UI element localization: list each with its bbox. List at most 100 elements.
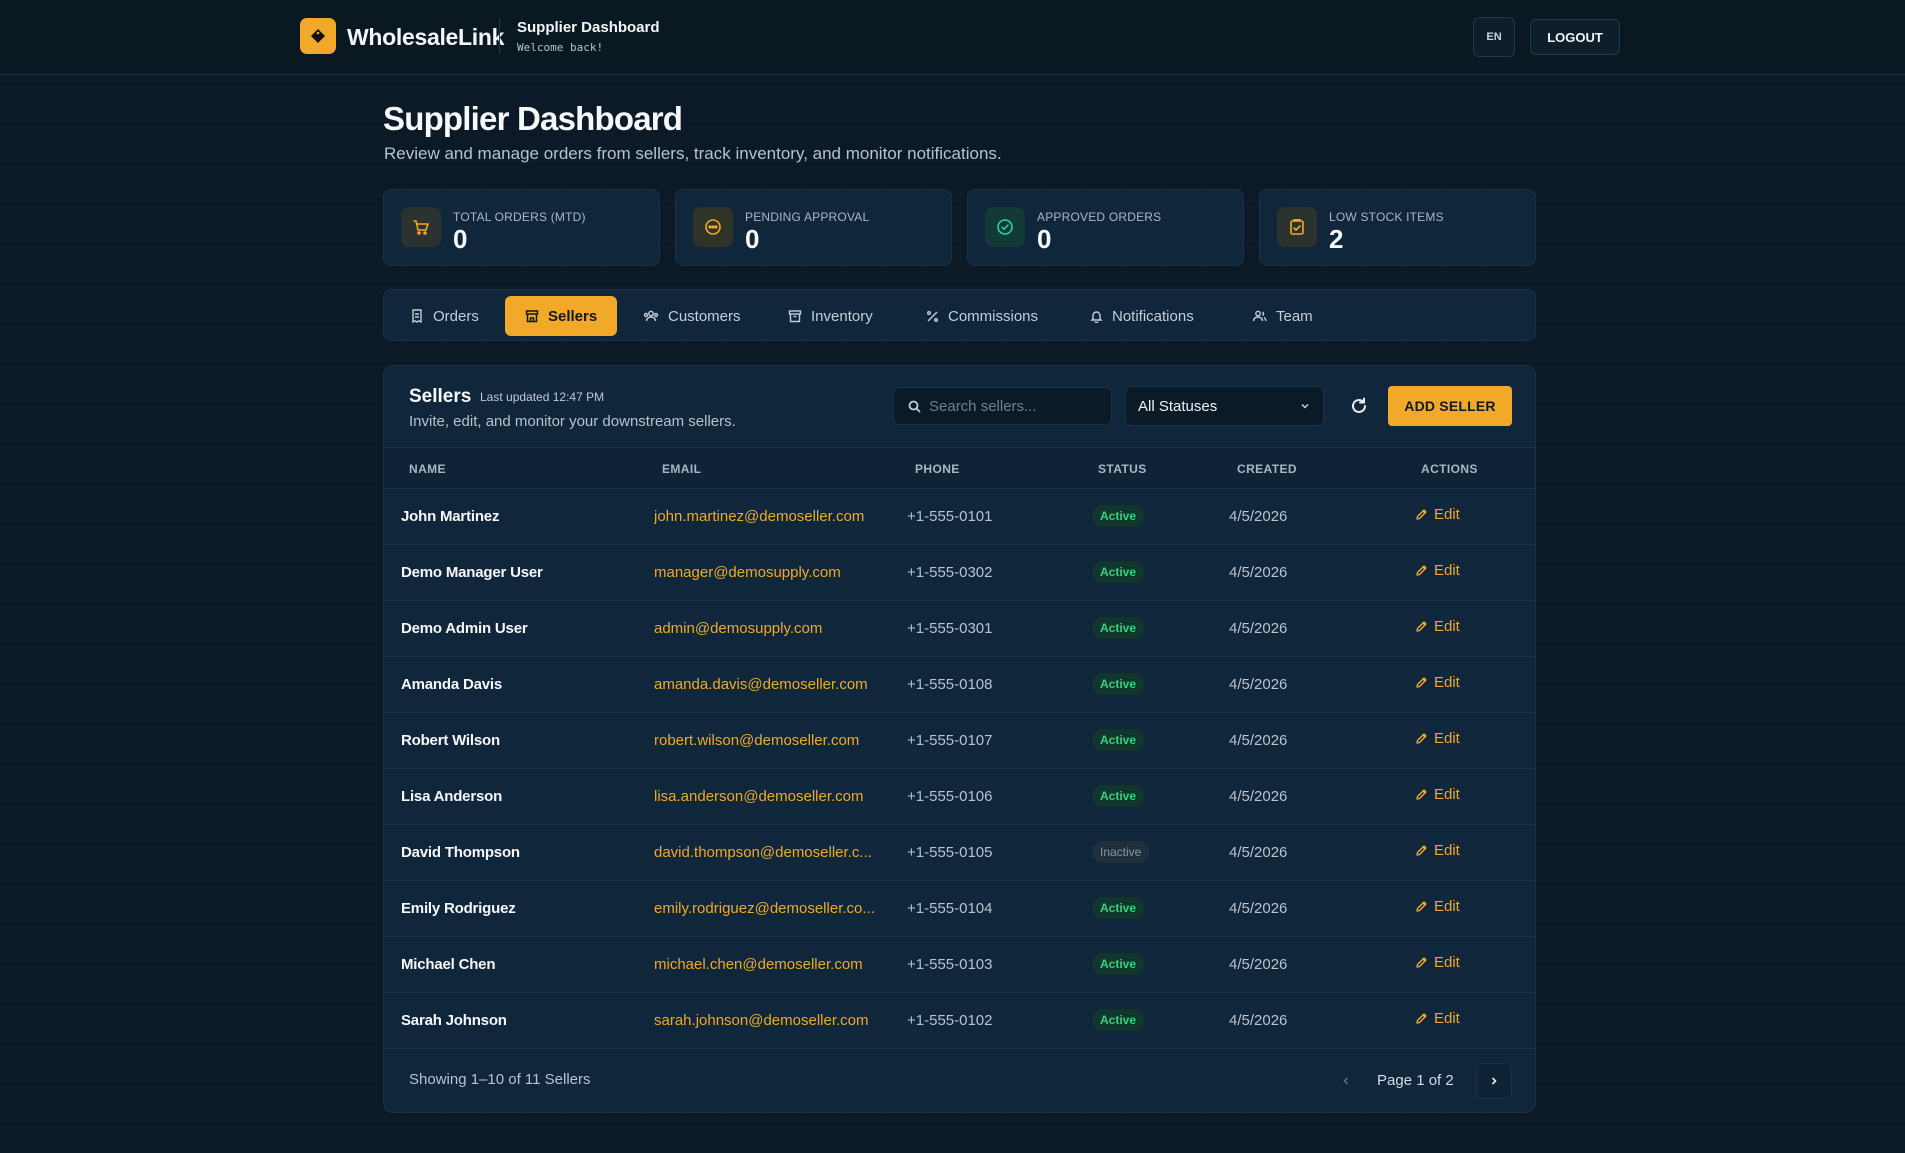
seller-name: Emily Rodriguez	[401, 900, 516, 917]
edit-button[interactable]: Edit	[1415, 1010, 1460, 1027]
table-row: David Thompson david.thompson@demoseller.…	[384, 825, 1535, 881]
language-button[interactable]: EN	[1473, 17, 1515, 57]
seller-phone: +1-555-0106	[907, 788, 993, 805]
seller-email-link[interactable]: david.thompson@demoseller.c...	[654, 844, 872, 861]
status-badge: Active	[1092, 505, 1145, 527]
stat-pending-approval: PENDING APPROVAL 0	[675, 189, 952, 266]
header-title: Supplier Dashboard	[517, 19, 660, 36]
pencil-icon	[1416, 957, 1427, 968]
stat-total-orders: TOTAL ORDERS (MTD) 0	[383, 189, 660, 266]
pagination-summary: Showing 1–10 of 11 Sellers	[409, 1071, 591, 1088]
edit-label: Edit	[1434, 954, 1460, 971]
search-box[interactable]	[893, 387, 1112, 425]
status-cell: Active	[1092, 897, 1145, 919]
edit-label: Edit	[1434, 618, 1460, 635]
status-filter-select[interactable]: All Statuses	[1125, 386, 1324, 426]
search-input[interactable]	[929, 397, 1099, 415]
previous-page-button[interactable]	[1334, 1069, 1358, 1093]
tab-label: Sellers	[548, 307, 598, 325]
column-header-name[interactable]: NAME	[409, 462, 446, 476]
pencil-icon	[1416, 677, 1427, 688]
next-page-button[interactable]	[1476, 1063, 1512, 1099]
seller-email-link[interactable]: john.martinez@demoseller.com	[654, 508, 864, 525]
clipboard-alert-icon	[1277, 207, 1317, 247]
edit-label: Edit	[1434, 786, 1460, 803]
logout-button[interactable]: LOGOUT	[1530, 19, 1620, 55]
created-date: 4/5/2026	[1229, 620, 1288, 637]
page-subtitle: Review and manage orders from sellers, t…	[384, 144, 1002, 163]
column-header-status[interactable]: STATUS	[1098, 462, 1147, 476]
edit-button[interactable]: Edit	[1415, 786, 1460, 803]
status-cell: Active	[1092, 785, 1145, 807]
edit-button[interactable]: Edit	[1415, 618, 1460, 635]
edit-button[interactable]: Edit	[1415, 562, 1460, 579]
edit-button[interactable]: Edit	[1415, 506, 1460, 523]
pencil-icon	[1416, 1013, 1427, 1024]
brand-logo[interactable]	[300, 18, 336, 54]
panel-title: Sellers	[409, 386, 472, 407]
stat-label: LOW STOCK ITEMS	[1329, 210, 1444, 224]
top-bar: WholesaleLink Supplier Dashboard Welcome…	[0, 0, 1905, 75]
panel-description: Invite, edit, and monitor your downstrea…	[409, 413, 736, 430]
seller-name: Michael Chen	[401, 956, 496, 973]
status-badge: Active	[1092, 617, 1145, 639]
edit-button[interactable]: Edit	[1415, 674, 1460, 691]
brand-name: WholesaleLink	[347, 24, 505, 50]
edit-button[interactable]: Edit	[1415, 898, 1460, 915]
table-row: John Martinez john.martinez@demoseller.co…	[384, 489, 1535, 545]
seller-email-link[interactable]: admin@demosupply.com	[654, 620, 822, 637]
stat-low-stock: LOW STOCK ITEMS 2	[1259, 189, 1536, 266]
tab-customers[interactable]: Customers	[615, 296, 761, 336]
search-icon	[908, 400, 921, 413]
seller-email-link[interactable]: michael.chen@demoseller.com	[654, 956, 863, 973]
created-date: 4/5/2026	[1229, 956, 1288, 973]
table-row: Sarah Johnson sarah.johnson@demoseller.co…	[384, 993, 1535, 1049]
edit-label: Edit	[1434, 674, 1460, 691]
edit-button[interactable]: Edit	[1415, 842, 1460, 859]
edit-button[interactable]: Edit	[1415, 954, 1460, 971]
seller-email-link[interactable]: emily.rodriguez@demoseller.co...	[654, 900, 875, 917]
chevron-down-icon	[1301, 403, 1309, 409]
tab-bar: Orders Sellers Customers Inventory Commi…	[383, 289, 1536, 341]
created-date: 4/5/2026	[1229, 844, 1288, 861]
status-badge: Active	[1092, 1009, 1145, 1031]
last-updated: Last updated 12:47 PM	[480, 390, 605, 404]
seller-phone: +1-555-0103	[907, 956, 993, 973]
seller-email-link[interactable]: amanda.davis@demoseller.com	[654, 676, 868, 693]
add-seller-button[interactable]: ADD SELLER	[1388, 386, 1512, 426]
tab-inventory[interactable]: Inventory	[758, 296, 893, 336]
edit-button[interactable]: Edit	[1415, 730, 1460, 747]
column-header-phone[interactable]: PHONE	[915, 462, 960, 476]
edit-label: Edit	[1434, 730, 1460, 747]
tab-commissions[interactable]: Commissions	[886, 296, 1058, 336]
seller-name: Demo Manager User	[401, 564, 543, 581]
seller-email-link[interactable]: robert.wilson@demoseller.com	[654, 732, 859, 749]
seller-email-link[interactable]: lisa.anderson@demoseller.com	[654, 788, 864, 805]
check-circle-icon	[985, 207, 1025, 247]
divider	[499, 18, 500, 54]
stat-label: APPROVED ORDERS	[1037, 210, 1162, 224]
status-filter-value: All Statuses	[1138, 397, 1218, 415]
column-header-created[interactable]: CREATED	[1237, 462, 1297, 476]
column-header-email[interactable]: EMAIL	[662, 462, 701, 476]
edit-label: Edit	[1434, 1010, 1460, 1027]
tab-team[interactable]: Team	[1220, 296, 1333, 336]
table-row: Robert Wilson robert.wilson@demoseller.co…	[384, 713, 1535, 769]
stat-label: PENDING APPROVAL	[745, 210, 870, 224]
tab-orders[interactable]: Orders	[384, 296, 499, 336]
stat-label: TOTAL ORDERS (MTD)	[453, 210, 586, 224]
seller-name: John Martinez	[401, 508, 500, 525]
created-date: 4/5/2026	[1229, 900, 1288, 917]
table-row: Amanda Davis amanda.davis@demoseller.com +…	[384, 657, 1535, 713]
seller-email-link[interactable]: manager@demosupply.com	[654, 564, 841, 581]
status-cell: Active	[1092, 1009, 1145, 1031]
tab-sellers[interactable]: Sellers	[505, 296, 618, 336]
column-header-actions: ACTIONS	[1421, 462, 1478, 476]
tab-notifications[interactable]: Notifications	[1054, 296, 1214, 336]
seller-email-link[interactable]: sarah.johnson@demoseller.com	[654, 1012, 869, 1029]
refresh-button[interactable]	[1346, 393, 1372, 419]
page-indicator: Page 1 of 2	[1377, 1072, 1454, 1089]
status-badge: Active	[1092, 561, 1145, 583]
seller-phone: +1-555-0104	[907, 900, 993, 917]
seller-phone: +1-555-0302	[907, 564, 993, 581]
